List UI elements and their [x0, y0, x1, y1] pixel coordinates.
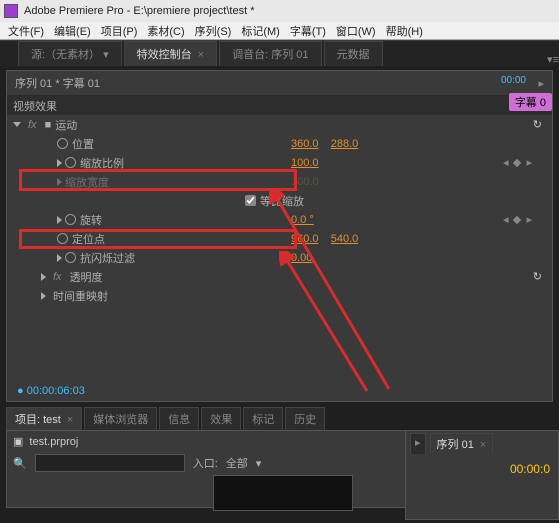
position-y-value[interactable]: 288.0	[331, 138, 359, 150]
menu-clip[interactable]: 素材(C)	[147, 23, 184, 39]
project-search-input[interactable]	[35, 454, 185, 472]
window-title: Adobe Premiere Pro - E:\premiere project…	[24, 5, 254, 17]
stopwatch-icon[interactable]	[65, 157, 76, 168]
antiflicker-value[interactable]: 0.00	[291, 252, 312, 264]
fx-icon: fx	[53, 271, 62, 283]
clip-bar[interactable]: 字幕 0	[509, 93, 552, 111]
effect-time-remapping[interactable]: 时间重映射	[7, 286, 552, 305]
video-effects-header[interactable]: 视频效果 ▴	[7, 96, 552, 115]
twirl-right-icon[interactable]	[41, 292, 46, 300]
reset-icon[interactable]: ↻	[533, 270, 542, 283]
property-uniform-scale: 等比缩放	[7, 191, 552, 210]
property-antiflicker: 抗闪烁过滤 0.00	[7, 248, 552, 267]
expand-timeline-icon[interactable]: ▸	[538, 77, 544, 90]
menu-window[interactable]: 窗口(W)	[336, 23, 376, 39]
menu-help[interactable]: 帮助(H)	[386, 23, 423, 39]
menu-edit[interactable]: 编辑(E)	[54, 23, 91, 39]
effect-controls-panel: 序列 01 * 字幕 01 ▸ 00:00 字幕 0 视频效果 ▴ fx■ 运动…	[6, 70, 553, 402]
chevron-down-icon[interactable]: ▾	[256, 457, 262, 470]
fx-icon: fx	[28, 119, 37, 131]
keyframe-nav: ◂ ▸	[503, 213, 532, 226]
anchor-x-value[interactable]: 960.0	[291, 233, 319, 245]
tab-metadata[interactable]: 元数据	[324, 41, 383, 66]
twirl-right-icon[interactable]	[57, 254, 62, 262]
source-panel-tabs: 源:（无素材） ▾ 特效控制台× 调音台: 序列 01 元数据 ▾≡	[0, 40, 559, 66]
tab-audio-mixer[interactable]: 调音台: 序列 01	[219, 41, 321, 66]
project-panel-tabs: 项目: test× 媒体浏览器 信息 效果 标记 历史	[6, 408, 553, 430]
twirl-right-icon	[57, 178, 62, 186]
anchor-y-value[interactable]: 540.0	[331, 233, 359, 245]
close-icon[interactable]: ×	[480, 439, 486, 451]
twirl-right-icon[interactable]	[41, 273, 46, 281]
stopwatch-icon[interactable]	[65, 252, 76, 263]
effect-motion[interactable]: fx■ 运动 ↻	[7, 115, 552, 134]
property-rotation: 旋转 0.0 ° ◂ ▸	[7, 210, 552, 229]
menubar: 文件(F) 编辑(E) 项目(P) 素材(C) 序列(S) 标记(M) 字幕(T…	[0, 22, 559, 40]
tab-source[interactable]: 源:（无素材） ▾	[18, 41, 122, 66]
position-x-value[interactable]: 360.0	[291, 138, 319, 150]
tab-effect-controls[interactable]: 特效控制台×	[124, 41, 217, 66]
effect-opacity[interactable]: fx透明度 ↻	[7, 267, 552, 286]
property-scale: 缩放比例 100.0 ◂ ▸	[7, 153, 552, 172]
property-scale-width: 缩放宽度 100.0	[7, 172, 552, 191]
stopwatch-icon[interactable]	[57, 233, 68, 244]
titlebar: Adobe Premiere Pro - E:\premiere project…	[0, 0, 559, 22]
uniform-scale-checkbox[interactable]	[245, 195, 256, 206]
scale-value[interactable]: 100.0	[291, 157, 319, 169]
project-filename: test.prproj	[29, 436, 78, 448]
property-position: 位置 360.0 288.0	[7, 134, 552, 153]
tab-effects[interactable]: 效果	[201, 407, 241, 430]
timeline-timecode[interactable]: 00:00:0	[406, 456, 558, 482]
next-keyframe-icon[interactable]: ▸	[526, 213, 532, 226]
menu-file[interactable]: 文件(F)	[8, 23, 44, 39]
twirl-down-icon[interactable]	[13, 122, 21, 127]
search-icon[interactable]: 🔍	[13, 457, 27, 470]
ruler-start-time: 00:00	[501, 75, 526, 86]
add-keyframe-icon[interactable]	[513, 158, 521, 166]
twirl-right-icon[interactable]	[57, 159, 62, 167]
next-keyframe-icon[interactable]: ▸	[526, 156, 532, 169]
sequence-clip-title: 序列 01 * 字幕 01	[15, 75, 538, 91]
property-anchor-point: 定位点 960.0 540.0	[7, 229, 552, 248]
panel-menu-icon[interactable]: ▾≡	[547, 53, 559, 66]
close-icon[interactable]: ×	[67, 414, 73, 426]
preview-thumbnail[interactable]	[213, 475, 353, 511]
stopwatch-icon[interactable]	[57, 138, 68, 149]
rotation-value[interactable]: 0.0 °	[291, 214, 314, 226]
tab-markers[interactable]: 标记	[243, 407, 283, 430]
prev-keyframe-icon[interactable]: ◂	[503, 156, 509, 169]
inpoint-label: 入口:	[193, 455, 218, 471]
chevron-down-icon: ▾	[103, 49, 109, 61]
keyframe-nav: ◂ ▸	[503, 156, 532, 169]
menu-project[interactable]: 项目(P)	[101, 23, 138, 39]
menu-sequence[interactable]: 序列(S)	[195, 23, 232, 39]
close-icon[interactable]: ×	[198, 49, 204, 61]
stopwatch-icon[interactable]	[65, 214, 76, 225]
tab-project[interactable]: 项目: test×	[6, 407, 82, 430]
tab-media-browser[interactable]: 媒体浏览器	[84, 407, 157, 430]
playhead-timecode[interactable]: 00:00:06:03	[27, 385, 85, 397]
timeline-tab-collapse[interactable]: ▸	[410, 433, 426, 454]
timeline-tab-sequence[interactable]: 序列 01×	[430, 433, 494, 454]
prev-keyframe-icon[interactable]: ◂	[503, 213, 509, 226]
project-icon: ▣	[13, 435, 23, 448]
inpoint-value[interactable]: 全部	[226, 455, 248, 471]
tab-history[interactable]: 历史	[285, 407, 325, 430]
menu-title[interactable]: 字幕(T)	[290, 23, 326, 39]
scale-width-value: 100.0	[291, 176, 319, 188]
app-logo-icon	[4, 4, 18, 18]
reset-icon[interactable]: ↻	[533, 118, 542, 131]
add-keyframe-icon[interactable]	[513, 215, 521, 223]
menu-marker[interactable]: 标记(M)	[241, 23, 280, 39]
timeline-panel: ▸ 序列 01× 00:00:0	[405, 430, 559, 520]
tab-info[interactable]: 信息	[159, 407, 199, 430]
twirl-right-icon[interactable]	[57, 216, 62, 224]
